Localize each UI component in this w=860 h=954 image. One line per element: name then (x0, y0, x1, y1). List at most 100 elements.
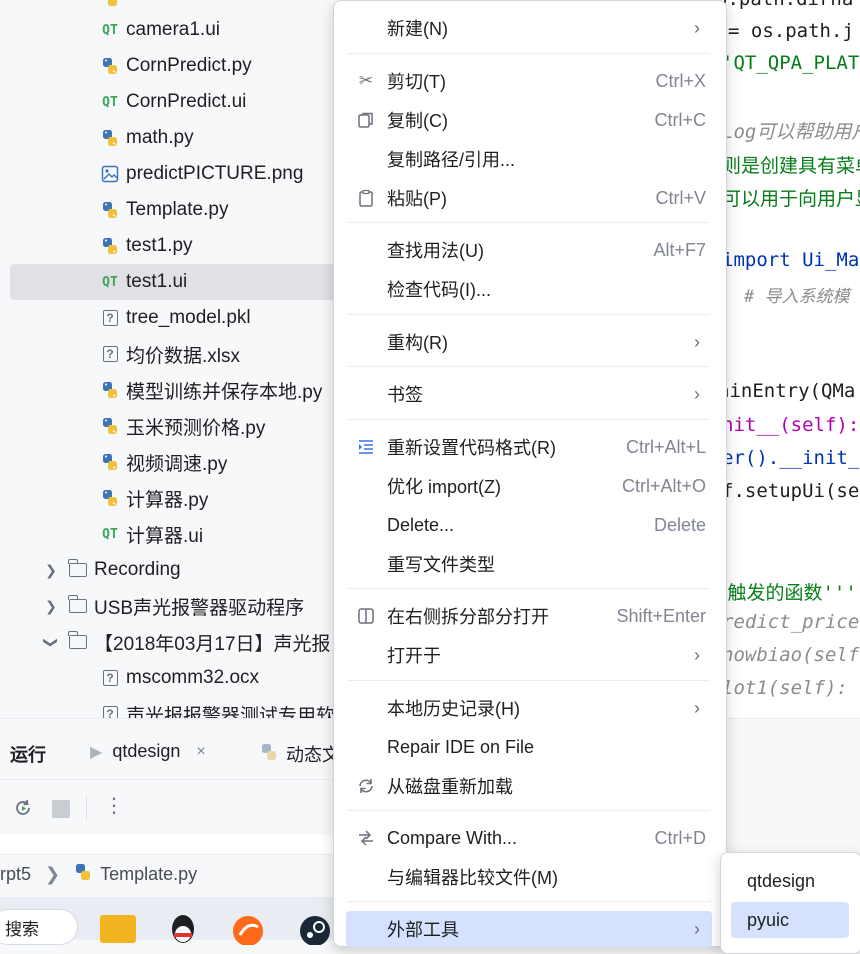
menu-item-copy-path[interactable]: 复制路径/引用... (346, 141, 712, 177)
steam-icon[interactable] (298, 913, 332, 946)
tree-item-file[interactable]: 视频调速.py (0, 444, 340, 480)
tree-folder[interactable]: ❯ 【2018年03月17日】声光报 (0, 624, 340, 660)
tree-item-file[interactable]: Template.py (0, 192, 340, 228)
tree-item-label: CornPredict.py (126, 55, 252, 76)
breadcrumb-item[interactable]: rpt5 (0, 864, 31, 885)
rerun-icon[interactable] (12, 797, 34, 824)
folder-icon (68, 595, 88, 616)
tree-item-file[interactable]: QT 计算器.ui (0, 516, 340, 552)
menu-item-label: 复制路径/引用... (387, 150, 516, 170)
menu-item-cut[interactable]: ✂ 剪切(T) Ctrl+X (346, 63, 712, 99)
code-line: Log可以帮助用户 (722, 121, 860, 143)
menu-item-reformat-code[interactable]: 重新设置代码格式(R) Ctrl+Alt+L (346, 429, 712, 465)
tree-item-file[interactable]: ? tree_model.pkl (0, 300, 340, 336)
tree-folder-label: Recording (94, 559, 181, 580)
menu-item-local-history[interactable]: 本地历史记录(H) › (346, 690, 712, 726)
menu-item-inspect-code[interactable]: 检查代码(I)... (346, 271, 712, 307)
chevron-right-icon[interactable]: ❯ (44, 598, 58, 615)
tab-qtdesign[interactable]: ▶ qtdesign × (90, 741, 206, 762)
submenu-item-qtdesign[interactable]: qtdesign (731, 863, 849, 899)
tree-item-label: 均价数据.xlsx (126, 345, 241, 367)
context-menu: 新建(N) › ✂ 剪切(T) Ctrl+X 复制(C) Ctrl+C 复制路径… (333, 0, 727, 947)
shortcut-label: Delete (653, 514, 706, 535)
menu-item-bookmarks[interactable]: 书签 › (346, 376, 712, 412)
tree-item-file[interactable]: math.py (0, 120, 340, 156)
menu-item-external-tools[interactable]: 外部工具 › (346, 911, 712, 947)
submenu-arrow-icon: › (694, 918, 700, 939)
code-line: E触发的函数''' (716, 582, 857, 604)
menu-item-label: 重构(R) (387, 333, 448, 353)
menu-item-refactor[interactable]: 重构(R) › (346, 324, 712, 360)
tree-item-file[interactable]: QT camera1.ui (0, 12, 340, 48)
submenu-arrow-icon: › (694, 697, 700, 718)
tree-item-file[interactable]: CornPredict.py (0, 48, 340, 84)
folder-icon (68, 559, 88, 580)
tree-item-label: 模型训练并保存本地.py (126, 381, 323, 403)
menu-item-find-usages[interactable]: 查找用法(U) Alt+F7 (346, 232, 712, 268)
chevron-down-icon[interactable]: ❯ (43, 635, 60, 649)
tree-item-file[interactable]: 计算器.py (0, 480, 340, 516)
code-line: lot1(self): (722, 677, 848, 699)
submenu-item-pyuic[interactable]: pyuic (731, 902, 849, 938)
menu-item-open-in[interactable]: 打开于 › (346, 637, 712, 673)
tab-label: qtdesign (112, 741, 181, 761)
close-icon[interactable]: × (196, 743, 205, 761)
tree-folder[interactable]: ❯ USB声光报警器驱动程序 (0, 588, 340, 624)
menu-item-override-file-type[interactable]: 重写文件类型 (346, 546, 712, 582)
menu-item-repair-ide[interactable]: Repair IDE on File (346, 729, 712, 765)
qq-icon[interactable] (165, 913, 201, 945)
menu-item-split-right[interactable]: 在右侧拆分部分打开 Shift+Enter (346, 598, 712, 634)
tree-item-file[interactable]: QT CornPredict.ui (0, 84, 340, 120)
tree-item-file[interactable]: ? 声光报报警器测试专用软件 (0, 696, 340, 718)
menu-item-label: 复制(C) (387, 111, 448, 131)
app-icon-orange[interactable] (230, 913, 266, 946)
qt-ui-icon: QT (102, 526, 118, 542)
tree-item-file[interactable]: predictPICTURE.png (0, 156, 340, 192)
reload-icon (354, 774, 378, 798)
menu-item-new[interactable]: 新建(N) › (346, 10, 712, 46)
menu-item-label: 外部工具 (387, 920, 459, 940)
tree-item-label: CornPredict.ui (126, 91, 247, 112)
tree-item-file[interactable]: ? mscomm32.ocx (0, 660, 340, 696)
menu-item-label: Repair IDE on File (387, 736, 535, 757)
tree-folder[interactable]: ❯ Recording (0, 552, 340, 588)
submenu-item-label: pyuic (747, 909, 790, 930)
menu-item-label: 检查代码(I)... (387, 280, 491, 300)
chevron-right-icon[interactable]: ❯ (44, 562, 58, 579)
breadcrumb-item[interactable]: Template.py (100, 864, 197, 885)
menu-item-reload-from-disk[interactable]: 从磁盘重新加载 (346, 768, 712, 804)
tree-item-file[interactable]: 模型训练并保存本地.py (0, 372, 340, 408)
tree-item-file[interactable]: 玉米预测价格.py (0, 408, 340, 444)
menu-item-delete[interactable]: Delete... Delete (346, 507, 712, 543)
menu-item-compare-with-editor[interactable]: 与编辑器比较文件(M) (346, 859, 712, 895)
python-icon (100, 56, 120, 76)
menu-item-label: 重新设置代码格式(R) (387, 438, 556, 458)
tree-item-selected[interactable]: QT test1.ui (10, 264, 340, 300)
code-line: f.setupUi(se (722, 480, 860, 502)
code-line: 则是创建具有菜单 (722, 155, 860, 177)
shortcut-label: Alt+F7 (653, 239, 706, 260)
stop-icon[interactable] (52, 800, 70, 818)
run-config-icon: ▶ (90, 743, 103, 761)
taskbar-search[interactable]: 搜索 (0, 909, 78, 945)
menu-item-optimize-imports[interactable]: 优化 import(Z) Ctrl+Alt+O (346, 468, 712, 504)
qt-ui-icon: QT (102, 94, 118, 110)
tree-item-label: 计算器.py (126, 489, 209, 511)
shortcut-label: Ctrl+X (655, 70, 706, 91)
menu-item-compare-with[interactable]: Compare With... Ctrl+D (346, 820, 712, 856)
menu-item-label: 优化 import(Z) (387, 477, 501, 497)
tree-item-file[interactable]: ? 均价数据.xlsx (0, 336, 340, 372)
more-options-icon[interactable]: ⋮ (104, 793, 124, 818)
tab-dynamic[interactable]: 动态文 (260, 741, 340, 767)
project-tree: QT camera1.ui CornPredict.py QT CornPred… (0, 0, 340, 718)
run-panel-title: 运行 (10, 745, 46, 765)
tree-item-file[interactable]: test1.py (0, 228, 340, 264)
python-icon (100, 0, 120, 8)
shortcut-label: Shift+Enter (616, 605, 706, 626)
code-line: er().__init_ (722, 447, 860, 469)
menu-item-paste[interactable]: 粘贴(P) Ctrl+V (346, 180, 712, 216)
menu-item-label: Compare With... (387, 827, 518, 848)
code-editor[interactable]: o.path.dirna = os.path.j 'QT_QPA_PLAT Lo… (710, 0, 860, 718)
menu-item-copy[interactable]: 复制(C) Ctrl+C (346, 102, 712, 138)
code-comment: # 导入系统模 (744, 287, 850, 307)
